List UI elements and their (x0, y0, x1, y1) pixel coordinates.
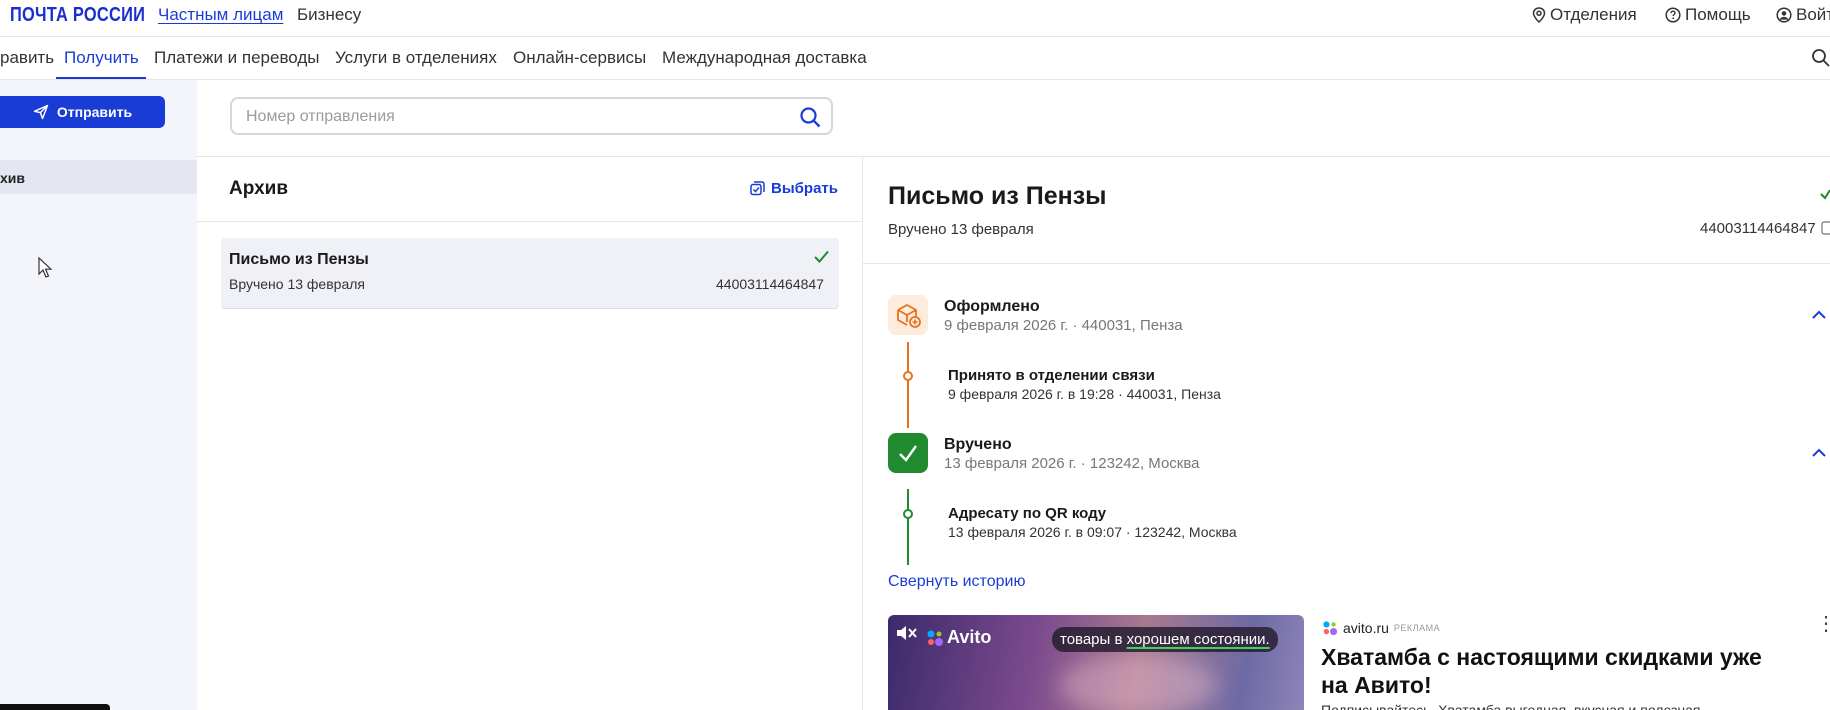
event-title: Принято в отделении связи (948, 367, 1155, 384)
check-icon (899, 445, 917, 462)
ad-overlay-highlight: хорошем состоянии. (1126, 631, 1270, 648)
nav-payments[interactable]: Платежи и переводы (154, 48, 320, 68)
avito-dots-icon (927, 630, 943, 646)
choose-label: Выбрать (771, 180, 838, 197)
shipment-status: Вручено 13 февраля (888, 221, 1034, 238)
divider (863, 263, 1830, 264)
chevron-up-icon[interactable] (1811, 310, 1827, 320)
help-label: Помощь (1685, 5, 1751, 24)
segment-private[interactable]: Частным лицам (158, 5, 283, 25)
mouse-cursor-icon (38, 257, 52, 278)
logo[interactable]: ПОЧТА РОССИИ (10, 4, 145, 27)
user-circle-icon (1776, 7, 1792, 23)
nav-online-services[interactable]: Онлайн-сервисы (513, 48, 646, 68)
timeline-dot (903, 509, 913, 519)
stage-meta: 13 февраля 2026 г. · 123242, Москва (944, 455, 1200, 472)
nav-international[interactable]: Международная доставка (662, 48, 867, 68)
nav-active-underline (56, 77, 146, 79)
chevron-up-icon[interactable] (1811, 448, 1827, 458)
avito-dots-icon (1323, 621, 1338, 636)
shipment-number: 44003114464847 (1700, 220, 1816, 237)
event-meta: 9 февраля 2026 г. в 19:28 · 440031, Пенз… (948, 386, 1221, 402)
send-button[interactable]: Отправить (0, 96, 165, 128)
login-label: Войт (1796, 5, 1830, 24)
timeline-line (907, 489, 909, 565)
sidebar-item-archive-label: хив (0, 170, 25, 186)
ad-body: Подписывайтесь. Хватамба выгодная, вкусн… (1321, 702, 1701, 710)
paper-plane-icon (33, 104, 49, 120)
ad-headline[interactable]: Хватамба с настоящими скидками уже на Ав… (1321, 643, 1791, 699)
help-circle-icon (1665, 7, 1681, 23)
divider (197, 156, 1830, 157)
search-icon[interactable] (799, 106, 821, 128)
collapse-history-link[interactable]: Свернуть историю (888, 573, 1025, 591)
stage-icon (888, 295, 928, 335)
divider (197, 221, 862, 222)
archive-title: Архив (229, 178, 289, 199)
avito-logo-text: Avito (947, 627, 992, 647)
event-meta: 13 февраля 2026 г. в 09:07 · 123242, Мос… (948, 524, 1237, 540)
login-link[interactable]: Войт (1776, 5, 1830, 25)
stage-meta: 9 февраля 2026 г. · 440031, Пенза (944, 317, 1183, 334)
event-title: Адресату по QR коду (948, 505, 1107, 522)
ad-source[interactable]: avito.ru РЕКЛАМА (1322, 620, 1440, 636)
ad-label: РЕКЛАМА (1393, 623, 1441, 633)
location-pin-icon (1532, 7, 1546, 23)
offices-label: Отделения (1550, 5, 1637, 24)
offices-link[interactable]: Отделения (1532, 5, 1637, 25)
package-add-icon (897, 304, 921, 328)
more-options-icon[interactable]: ⋮ (1816, 614, 1830, 634)
avito-logo: Avito (926, 627, 991, 648)
help-link[interactable]: Помощь (1665, 5, 1751, 25)
ad-overlay-prefix: товары в (1060, 631, 1127, 648)
ad-video[interactable]: Avito товары в хорошем состоянии. (888, 615, 1304, 710)
search-icon[interactable] (1811, 48, 1830, 67)
list-item[interactable] (221, 238, 839, 309)
list-item-number: 44003114464847 (716, 276, 824, 292)
sidebar-item-archive[interactable] (0, 160, 197, 194)
check-icon (814, 250, 829, 263)
tracking-search-field[interactable] (230, 97, 833, 135)
shipment-title: Письмо из Пензы (888, 182, 1107, 210)
stage-icon (888, 433, 928, 473)
segment-business[interactable]: Бизнесу (297, 5, 361, 25)
copy-icon[interactable] (1821, 221, 1830, 235)
multi-select-icon (750, 181, 765, 196)
timeline-dot (903, 371, 913, 381)
ad-source-domain: avito.ru (1343, 620, 1389, 636)
check-icon (1820, 189, 1830, 200)
stage-title: Оформлено (944, 298, 1040, 315)
list-item-status: Вручено 13 февраля (229, 276, 365, 292)
list-item-title: Письмо из Пензы (229, 251, 369, 268)
nav-receive[interactable]: Получить (64, 48, 139, 68)
black-overlay-bar (0, 704, 110, 710)
choose-button[interactable]: Выбрать (750, 180, 838, 197)
send-button-label: Отправить (56, 104, 133, 120)
divider (862, 157, 863, 710)
timeline-line (907, 342, 909, 428)
ad-image-blur (1058, 655, 1218, 710)
nav-office-services[interactable]: Услуги в отделениях (335, 48, 497, 68)
muted-speaker-icon[interactable] (895, 623, 919, 643)
nav-send[interactable]: равить (0, 48, 54, 68)
stage-title: Вручено (944, 436, 1012, 453)
ad-overlay-text: товары в хорошем состоянии. (1052, 627, 1278, 652)
tracking-number-input[interactable] (244, 107, 788, 127)
